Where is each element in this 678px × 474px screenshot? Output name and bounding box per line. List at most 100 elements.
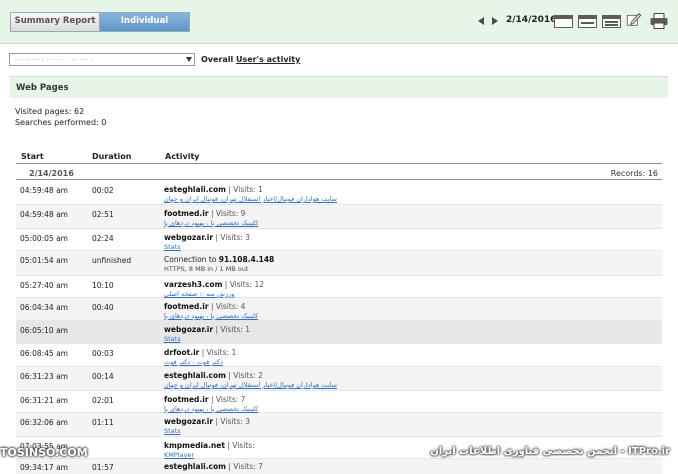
row-site: footmed.ir bbox=[164, 395, 209, 404]
table-row[interactable]: 04:59:48 am 00:02 esteghlali.com | Visit… bbox=[16, 181, 662, 205]
row-visits: | Visits: 3 bbox=[215, 233, 250, 242]
row-start: 06:05:10 am bbox=[20, 326, 68, 335]
table-row[interactable]: 06:32:06 am 01:11 webgozar.ir | Visits: … bbox=[16, 413, 662, 437]
row-page-link[interactable]: Stats bbox=[164, 335, 181, 343]
table-row[interactable]: 06:31:23 am 00:14 esteghlali.com | Visit… bbox=[16, 367, 662, 391]
tab-summary-report[interactable]: Summary Report bbox=[11, 13, 100, 31]
next-date-icon[interactable] bbox=[492, 17, 498, 25]
row-visits: | Visits: 3 bbox=[215, 417, 250, 426]
row-activity: footmed.ir | Visits: 9 bbox=[164, 209, 245, 218]
watermark-right: ITPro.ir - انجمن تخصصی فناوری اطلاعات ای… bbox=[430, 446, 670, 457]
row-activity: footmed.ir | Visits: 7 bbox=[164, 395, 245, 404]
searches-performed: Searches performed: 0 bbox=[15, 118, 107, 127]
row-visits: | Visits: 4 bbox=[210, 302, 246, 311]
column-start: Start bbox=[21, 152, 44, 161]
date-group-row: 2/14/2016 Records: 16 bbox=[16, 166, 662, 180]
table-row[interactable]: 05:00:05 am 02:24 webgozar.ir | Visits: … bbox=[16, 229, 662, 251]
row-site: footmed.ir bbox=[164, 302, 209, 311]
row-start: 06:31:21 am bbox=[20, 396, 68, 405]
row-page-link[interactable]: دکتر فوت - دکتر فوت bbox=[164, 358, 223, 366]
row-activity: footmed.ir | Visits: 4 bbox=[164, 302, 245, 311]
row-page-link[interactable]: کلینیک تخصصی پا ، بهبود دردهای پا bbox=[164, 312, 258, 320]
row-start: 05:27:40 am bbox=[20, 281, 68, 290]
web-pages-header: Web Pages bbox=[10, 76, 668, 98]
row-visits: | Visits: 1 bbox=[228, 185, 263, 194]
column-activity: Activity bbox=[165, 152, 200, 161]
row-duration: 00:02 bbox=[92, 186, 114, 195]
row-duration: 02:51 bbox=[92, 210, 114, 219]
row-connection-detail: HTTPS, 8 MB in / 1 MB out bbox=[164, 265, 249, 273]
row-page-link[interactable]: KMPlayer bbox=[164, 451, 194, 459]
users-activity-link[interactable]: User's activity bbox=[236, 55, 300, 64]
row-start: 09:34:17 am bbox=[20, 463, 68, 472]
chevron-down-icon bbox=[186, 57, 192, 62]
row-start: 04:59:48 am bbox=[20, 186, 68, 195]
row-activity: esteghlali.com | Visits: 1 bbox=[164, 185, 263, 194]
table-row[interactable]: 09:34:17 am 01:57 esteghlali.com | Visit… bbox=[16, 459, 662, 474]
visited-pages: Visited pages: 62 bbox=[15, 107, 85, 116]
table-row[interactable]: 05:01:54 am unfinished Connection to 91.… bbox=[16, 251, 662, 276]
row-activity: esteghlali.com | Visits: 7 bbox=[164, 462, 263, 471]
row-duration: 00:03 bbox=[92, 349, 114, 358]
tab-individual[interactable]: Individual bbox=[100, 13, 189, 31]
previous-date-icon[interactable] bbox=[478, 17, 484, 25]
row-page-link[interactable]: سایت هواداران فوتبال/اخبار استقلال تهران… bbox=[164, 381, 337, 389]
row-page-link[interactable]: کلینیک تخصصی پا ، بهبود دردهای پا bbox=[164, 405, 258, 413]
selected-user-value: ··· ·· ···· · ···· · ·· ··· · bbox=[14, 56, 94, 64]
row-visits: | Visits: 1 bbox=[215, 325, 250, 334]
row-duration: 00:40 bbox=[92, 303, 114, 312]
row-activity: drfoot.ir | Visits: 1 bbox=[164, 348, 236, 357]
row-site: esteghlali.com bbox=[164, 185, 226, 194]
row-duration: 02:01 bbox=[92, 396, 114, 405]
row-start: 04:59:48 am bbox=[20, 210, 68, 219]
row-site: varzesh3.com bbox=[164, 280, 223, 289]
row-start: 06:32:06 am bbox=[20, 418, 68, 427]
row-start: 05:01:54 am bbox=[20, 256, 68, 265]
row-activity: kmpmedia.net | Visits: bbox=[164, 441, 255, 450]
row-site: kmpmedia.net bbox=[164, 441, 225, 450]
row-page-link[interactable]: کلینیک تخصصی پا ، بهبود دردهای پا bbox=[164, 219, 258, 227]
table-row[interactable]: 06:31:21 am 02:01 footmed.ir | Visits: 7… bbox=[16, 391, 662, 413]
header-divider bbox=[16, 163, 662, 164]
row-page-link[interactable]: سایت هواداران فوتبال/اخبار استقلال تهران… bbox=[164, 195, 337, 203]
row-visits: | Visits: 9 bbox=[210, 209, 246, 218]
view-list-icon[interactable] bbox=[602, 15, 621, 28]
table-row[interactable]: 06:08:45 am 00:03 drfoot.ir | Visits: 1 … bbox=[16, 344, 662, 367]
row-page-link[interactable]: Stats bbox=[164, 427, 181, 435]
view-bars-icon[interactable] bbox=[578, 15, 597, 28]
row-duration: 01:11 bbox=[92, 418, 114, 427]
column-duration: Duration bbox=[92, 152, 132, 161]
row-start: 06:04:34 am bbox=[20, 303, 68, 312]
row-site: webgozar.ir bbox=[164, 233, 214, 242]
row-duration: 01:57 bbox=[92, 463, 114, 472]
row-visits: | Visits: 2 bbox=[228, 371, 263, 380]
row-site: webgozar.ir bbox=[164, 325, 214, 334]
row-site: esteghlali.com bbox=[164, 462, 226, 471]
row-page-link[interactable]: Stats bbox=[164, 243, 181, 251]
table-row[interactable]: 04:59:48 am 02:51 footmed.ir | Visits: 9… bbox=[16, 205, 662, 229]
edit-icon[interactable] bbox=[625, 12, 643, 27]
row-page-link[interactable]: ورزش سه :: صفحه اصلی bbox=[164, 290, 234, 298]
row-visits: | Visits: bbox=[227, 441, 255, 450]
table-row[interactable]: 06:04:34 am 00:40 footmed.ir | Visits: 4… bbox=[16, 298, 662, 321]
row-site: webgozar.ir bbox=[164, 417, 214, 426]
user-select[interactable]: ··· ·· ···· · ···· · ·· ··· · bbox=[9, 53, 195, 66]
report-tabs: Summary Report Individual bbox=[10, 12, 190, 32]
view-window-icon[interactable] bbox=[554, 15, 573, 28]
row-site: 91.108.4.148 bbox=[218, 255, 275, 264]
table-row[interactable]: 06:05:10 am webgozar.ir | Visits: 1 Stat… bbox=[16, 321, 662, 344]
table-row[interactable]: 05:27:40 am 10:10 varzesh3.com | Visits:… bbox=[16, 276, 662, 298]
overall-label: Overall bbox=[201, 55, 234, 64]
row-start: 05:00:05 am bbox=[20, 234, 68, 243]
top-toolbar: Summary Report Individual 2/14/2016 bbox=[0, 0, 678, 44]
row-visits: | Visits: 12 bbox=[224, 280, 265, 289]
row-start: 06:08:45 am bbox=[20, 349, 68, 358]
row-connection-prefix: Connection to bbox=[164, 255, 217, 264]
row-site: drfoot.ir bbox=[164, 348, 200, 357]
row-activity: webgozar.ir | Visits: 3 bbox=[164, 233, 250, 242]
printer-icon[interactable] bbox=[650, 13, 668, 29]
row-activity: esteghlali.com | Visits: 2 bbox=[164, 371, 263, 380]
row-activity: varzesh3.com | Visits: 12 bbox=[164, 280, 264, 289]
row-duration: 00:14 bbox=[92, 372, 114, 381]
current-date[interactable]: 2/14/2016 bbox=[506, 15, 556, 25]
